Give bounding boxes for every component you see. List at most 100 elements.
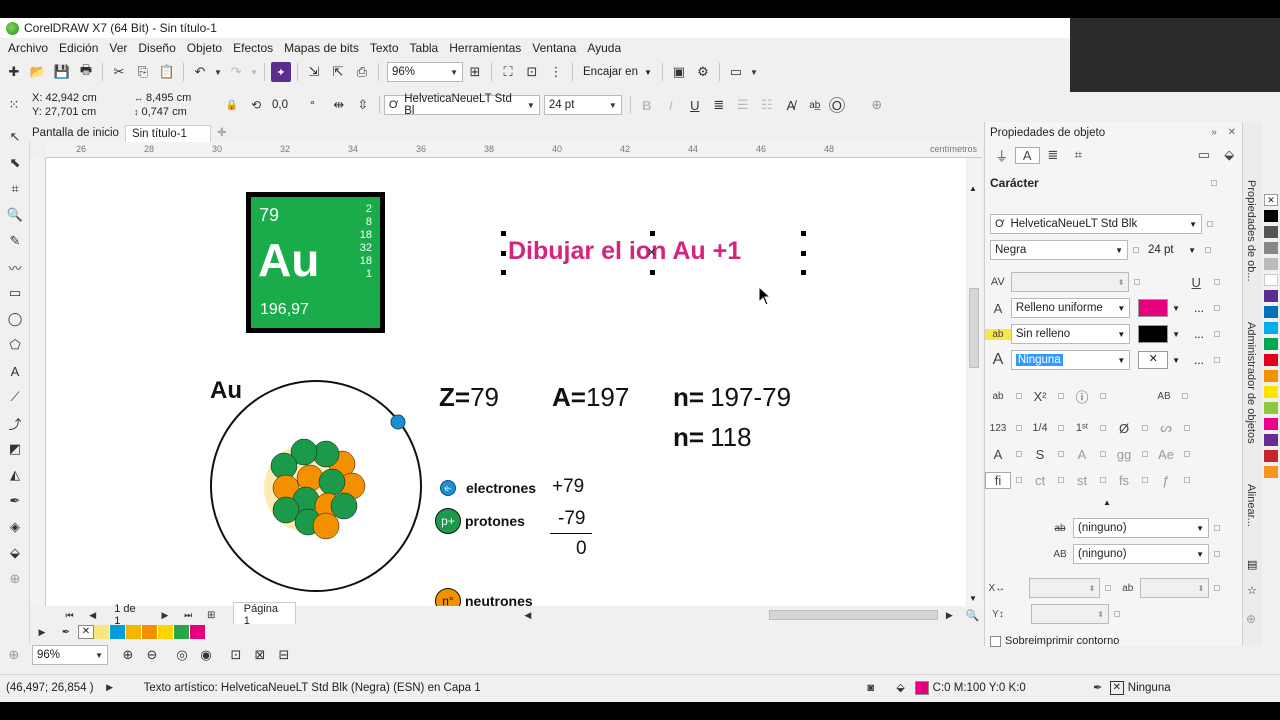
lock-toggle[interactable] — [1058, 451, 1064, 457]
copy-icon[interactable]: ⎘ — [133, 62, 153, 82]
menu-mapas-de-bits[interactable]: Mapas de bits — [280, 41, 363, 55]
zoom-all-icon[interactable]: ◉ — [196, 645, 216, 665]
f-swash-icon[interactable]: ƒ — [1153, 473, 1179, 488]
height-field[interactable]: 0,747 cm — [142, 105, 187, 119]
z-equation[interactable]: Z= 79 — [439, 382, 499, 413]
options-icon[interactable]: ⚙ — [693, 62, 713, 82]
overprint-checkbox[interactable] — [990, 635, 1001, 647]
lock-toggle[interactable] — [1134, 279, 1141, 285]
legend-electrons[interactable]: e- electrones — [440, 480, 536, 496]
chevron-down-icon[interactable]: ▼ — [1172, 330, 1180, 339]
color-swatch[interactable] — [1264, 210, 1278, 222]
horizontal-ruler[interactable]: 26 28 30 32 34 36 38 40 42 44 46 48 cent… — [46, 142, 982, 158]
lock-toggle[interactable] — [1105, 585, 1111, 591]
outline-color-button[interactable]: ✕ — [1138, 351, 1169, 369]
all-caps-icon[interactable]: AB — [1151, 391, 1177, 402]
crop-tool-icon[interactable]: ⌗ — [0, 176, 30, 202]
fractions-icon[interactable]: 1/4 — [1027, 422, 1053, 434]
fill-more-button[interactable]: ... — [1194, 301, 1204, 315]
save-icon[interactable]: 💾 — [52, 62, 72, 82]
menu-tabla[interactable]: Tabla — [406, 41, 443, 55]
caps-select[interactable]: (ninguno) ▼ — [1073, 544, 1209, 564]
n-equation[interactable]: n= 197-79 — [673, 382, 791, 413]
collapse-icon[interactable]: » — [1211, 127, 1217, 138]
cut-icon[interactable]: ✂ — [109, 62, 129, 82]
historical-icon[interactable]: Ae — [1153, 447, 1179, 462]
new-tab-icon[interactable]: ✚ — [211, 125, 233, 142]
color-swatch[interactable] — [1264, 466, 1278, 478]
connector-tool-icon[interactable]: ⤴ — [0, 410, 30, 436]
color-swatch[interactable] — [1264, 306, 1278, 318]
menu-ventana[interactable]: Ventana — [528, 41, 580, 55]
docker-weight-select[interactable]: Negra ▼ — [990, 240, 1128, 260]
section-toggle[interactable] — [1211, 180, 1217, 186]
outline-none-swatch[interactable]: ✕ — [1109, 680, 1124, 695]
calc-plus[interactable]: +79 — [552, 476, 584, 498]
color-proof-icon[interactable]: ◙ — [861, 678, 881, 698]
tab-sin-titulo-1[interactable]: Sin título-1 — [124, 125, 211, 142]
navigator-icon[interactable]: 🔍 — [963, 605, 982, 625]
text-tool-icon[interactable]: A — [0, 358, 30, 384]
lock-toggle[interactable] — [1214, 305, 1221, 311]
lock-toggle[interactable] — [1016, 393, 1022, 399]
fill-category-icon[interactable]: ⏚ — [989, 146, 1015, 165]
frame-view-icon[interactable]: ▭ — [1191, 147, 1217, 163]
close-icon[interactable]: ✕ — [1228, 127, 1236, 138]
tab-alinear[interactable]: Alinear... — [1245, 484, 1257, 527]
character-formatting-icon[interactable]: A̸ — [781, 95, 801, 115]
char-angle-field[interactable]: ⬍ — [1139, 578, 1210, 598]
menu-texto[interactable]: Texto — [366, 41, 403, 55]
docker-size-select[interactable]: 24 pt ▼ — [1144, 240, 1200, 260]
palette-menu-icon[interactable]: ▶ — [32, 622, 52, 642]
drop-shadow-icon[interactable]: ◩ — [0, 436, 30, 462]
lock-toggle[interactable] — [1100, 393, 1106, 399]
selection-handle[interactable] — [501, 231, 506, 236]
menu-efectos[interactable]: Efectos — [229, 41, 277, 55]
zoom-height-icon[interactable]: ⊟ — [274, 645, 294, 665]
status-options-icon[interactable]: ▶ — [100, 678, 120, 698]
underline-icon[interactable]: U — [1183, 275, 1209, 290]
selection-handle[interactable] — [650, 231, 655, 236]
selection-handle[interactable] — [501, 270, 506, 275]
standard-lig-icon[interactable]: fi — [985, 471, 1011, 489]
freehand-tool-icon[interactable]: ✎ — [0, 228, 30, 254]
lock-toggle[interactable] — [1100, 451, 1106, 457]
zoom-level-select[interactable]: 96% ▼ — [387, 62, 463, 82]
bullet-list-icon[interactable]: ☰ — [733, 95, 753, 115]
publish-pdf-icon[interactable]: ⎙ — [352, 62, 372, 82]
zoom-in-icon[interactable]: ⊕ — [118, 645, 138, 665]
menu-archivo[interactable]: Archivo — [4, 41, 52, 55]
interactive-fill-icon[interactable]: ◈ — [0, 514, 30, 540]
export-icon[interactable]: ⇱ — [328, 62, 348, 82]
print-icon[interactable]: 🖶 — [76, 62, 96, 82]
n-result-equation[interactable]: n= 118 — [673, 422, 752, 453]
y-position-field[interactable]: Y: 27,701 cm — [32, 105, 124, 119]
kerning-field[interactable]: ⬍ — [1010, 272, 1130, 292]
drawing-canvas[interactable]: 79 Au 196,97 2 8 18 32 18 1 Dibujar el i… — [46, 158, 966, 608]
zoom-tool-icon[interactable]: 🔍 — [0, 202, 30, 228]
ct-lig-icon[interactable]: ct — [1027, 473, 1053, 488]
lock-toggle[interactable] — [1214, 525, 1220, 531]
zoom-selected-icon[interactable]: ◎ — [172, 645, 192, 665]
scroll-left-icon[interactable]: ◀ — [518, 605, 537, 625]
vertical-scrollbar[interactable]: ▲ ▼ — [966, 158, 982, 608]
lock-toggle[interactable] — [1184, 451, 1190, 457]
swash-icon[interactable]: ᔕ — [1153, 420, 1179, 436]
eyedropper-icon[interactable]: ✒ — [56, 622, 76, 642]
add-icon[interactable]: ⊕ — [867, 95, 887, 115]
scroll-right-icon[interactable]: ▶ — [940, 605, 959, 625]
previous-page-icon[interactable]: ◀ — [83, 605, 102, 625]
smart-fill-icon[interactable]: ⬙ — [0, 540, 30, 566]
color-swatch[interactable] — [158, 625, 174, 639]
zoom-select[interactable]: 96% ▼ — [32, 645, 108, 665]
zoom-out-icon[interactable]: ⊖ — [142, 645, 162, 665]
lock-toggle[interactable] — [1207, 221, 1213, 227]
color-swatch[interactable] — [1264, 450, 1278, 462]
paste-icon[interactable]: 📋 — [157, 62, 177, 82]
redo-dropdown-icon[interactable]: ▼ — [250, 62, 258, 82]
menu-ver[interactable]: Ver — [105, 41, 131, 55]
bold-icon[interactable]: B — [637, 95, 657, 115]
color-swatch[interactable] — [1264, 386, 1278, 398]
lock-toggle[interactable] — [1058, 393, 1064, 399]
italic-icon[interactable]: I — [661, 95, 681, 115]
